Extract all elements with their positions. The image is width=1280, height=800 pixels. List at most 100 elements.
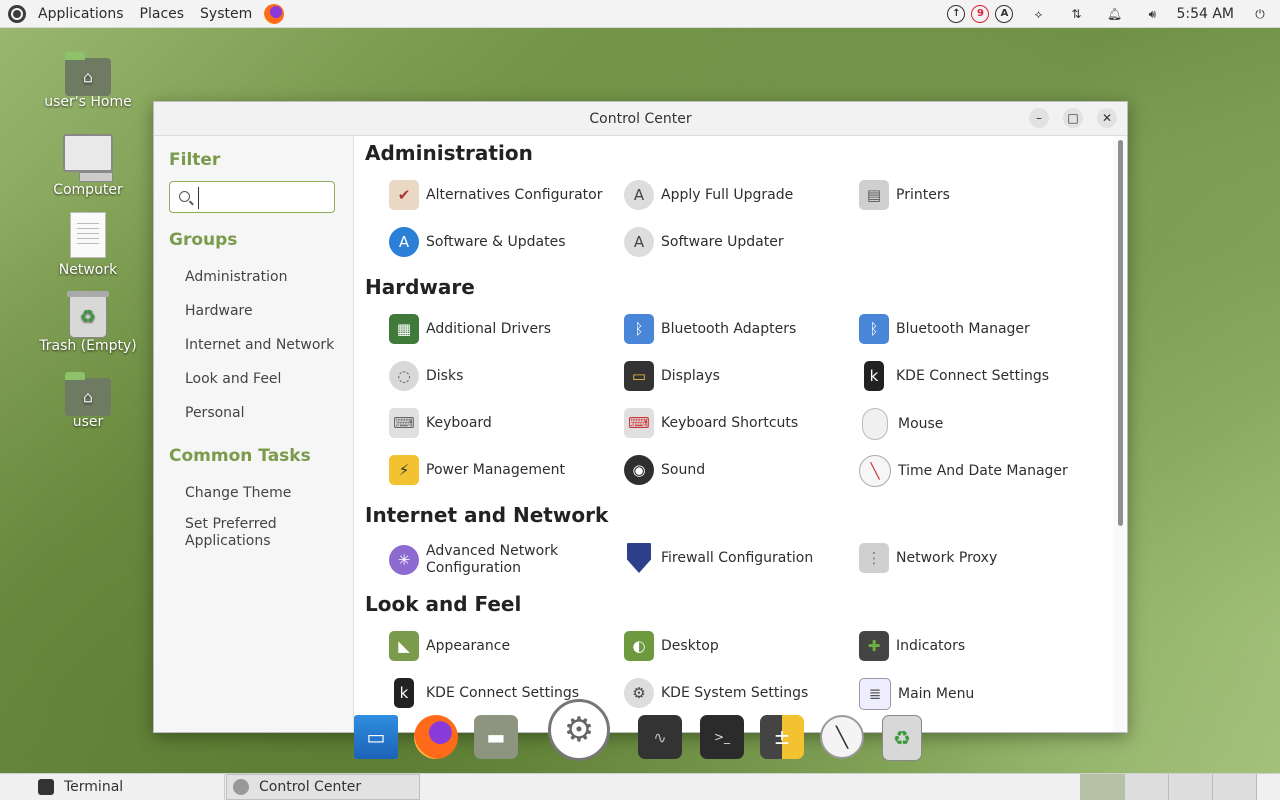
places-menu[interactable]: Places (132, 0, 193, 28)
files-window-icon[interactable]: ▭ (354, 715, 398, 759)
firewall-shield-icon (627, 543, 651, 573)
item-indicators[interactable]: ✚ Indicators (859, 631, 1089, 661)
task-change-theme[interactable]: Change Theme (185, 485, 291, 501)
item-power-management[interactable]: ⚡︎ Power Management (389, 455, 619, 485)
file-manager-icon[interactable]: ▬ (474, 715, 518, 759)
network-globe-icon: ✳ (389, 545, 419, 575)
item-additional-drivers[interactable]: ▦ Additional Drivers (389, 314, 619, 344)
home-folder-icon: ⌂ (65, 52, 111, 96)
workspace-2[interactable] (1124, 774, 1168, 800)
desktop-icon-network[interactable]: Network (38, 212, 138, 278)
item-network-proxy[interactable]: ⋮ Network Proxy (859, 543, 1089, 573)
item-keyboard[interactable]: ⌨ Keyboard (389, 408, 619, 438)
computer-icon (63, 134, 113, 182)
notification-bell-icon[interactable]: 🔔︎ (1104, 4, 1124, 24)
item-desktop[interactable]: ◐ Desktop (624, 631, 854, 661)
desktop-icon-computer[interactable]: Computer (38, 132, 138, 198)
group-link-administration[interactable]: Administration (185, 269, 287, 285)
task-terminal[interactable]: Terminal (28, 774, 225, 800)
workspace-4[interactable] (1212, 774, 1256, 800)
trash-applet-icon[interactable] (1256, 774, 1280, 800)
group-link-look-and-feel[interactable]: Look and Feel (185, 371, 281, 387)
item-software-updates[interactable]: A Software & Updates (389, 227, 619, 257)
network-document-icon (70, 212, 106, 258)
gear-icon (233, 779, 249, 795)
sidebar: Filter Groups Administration Hardware In… (154, 136, 354, 732)
item-kde-connect-settings[interactable]: k KDE Connect Settings (859, 361, 1089, 391)
desktop-icon-trash[interactable]: ♻ Trash (Empty) (38, 291, 138, 354)
applications-menu[interactable]: Applications (30, 0, 132, 28)
trash-dock-icon[interactable]: ♻ (882, 715, 922, 761)
desktop-icon-label: user's Home (44, 94, 132, 110)
item-keyboard-shortcuts[interactable]: ⌨ Keyboard Shortcuts (624, 408, 854, 438)
alternatives-icon: ✔ (389, 180, 419, 210)
kde-connect-icon: k (864, 361, 884, 391)
control-center-gear-icon[interactable]: ⚙ (548, 699, 610, 761)
minimize-button[interactable]: – (1029, 108, 1049, 128)
task-control-center[interactable]: Control Center (226, 774, 420, 800)
workspace-1[interactable] (1080, 774, 1124, 800)
maximize-button[interactable]: □ (1063, 108, 1083, 128)
software-sources-icon: A (389, 227, 419, 257)
group-link-hardware[interactable]: Hardware (185, 303, 253, 319)
content-scrollbar[interactable] (1113, 136, 1127, 732)
desktop-settings-icon: ◐ (624, 631, 654, 661)
appearance-icon: ◣ (389, 631, 419, 661)
item-sound[interactable]: ◉ Sound (624, 455, 854, 485)
item-time-and-date[interactable]: ╲ Time And Date Manager (859, 455, 1089, 487)
clock-app-icon[interactable]: ╲ (820, 715, 864, 759)
window-titlebar[interactable]: Control Center – □ ✕ (154, 102, 1127, 136)
item-firewall-configuration[interactable]: Firewall Configuration (624, 543, 854, 573)
update-info-icon[interactable]: ↑ (946, 4, 966, 24)
network-icon[interactable]: ⇅ (1066, 4, 1086, 24)
firefox-icon[interactable] (414, 715, 458, 759)
power-icon: ⚡︎ (389, 455, 419, 485)
scrollbar-thumb[interactable] (1118, 140, 1123, 526)
content-area: Administration ✔ Alternatives Configurat… (354, 136, 1113, 732)
item-printers[interactable]: ▤ Printers (859, 180, 1089, 210)
group-link-personal[interactable]: Personal (185, 405, 245, 421)
trash-icon: ♻ (67, 291, 109, 338)
workspace-3[interactable] (1168, 774, 1212, 800)
keyboard-shortcuts-icon: ⌨ (624, 408, 654, 438)
calculator-icon[interactable]: ± (760, 715, 804, 759)
section-heading: Look and Feel (365, 592, 522, 616)
bottom-panel: Terminal Control Center (0, 773, 1280, 800)
close-button[interactable]: ✕ (1097, 108, 1117, 128)
bluetooth-icon: ᛒ (624, 314, 654, 344)
keyboard-icon: ⌨ (389, 408, 419, 438)
item-bluetooth-adapters[interactable]: ᛒ Bluetooth Adapters (624, 314, 854, 344)
desktop-icon-home[interactable]: ⌂ user's Home (38, 52, 138, 110)
firefox-launcher-icon[interactable] (264, 3, 285, 24)
desktop-icon-user[interactable]: ⌂ user (38, 372, 138, 430)
item-displays[interactable]: ▭ Displays (624, 361, 854, 391)
power-icon[interactable]: ⏻ (1250, 4, 1270, 24)
software-updater-icon[interactable]: A (994, 4, 1014, 24)
volume-icon[interactable]: 🔊︎ (1142, 4, 1162, 24)
item-mouse[interactable]: Mouse (859, 408, 1089, 440)
item-advanced-network[interactable]: ✳ Advanced Network Configuration (389, 543, 619, 577)
system-menu[interactable]: System (192, 0, 260, 28)
item-software-updater[interactable]: A Software Updater (624, 227, 854, 257)
bluetooth-icon: ᛒ (859, 314, 889, 344)
filter-field[interactable] (169, 181, 335, 213)
search-icon (179, 191, 190, 202)
task-preferred-apps[interactable]: Set Preferred Applications (185, 516, 305, 550)
item-apply-full-upgrade[interactable]: A Apply Full Upgrade (624, 180, 854, 210)
display-icon: ▭ (624, 361, 654, 391)
filter-input[interactable] (198, 187, 333, 209)
kde-connect-icon[interactable]: ⟡ (1028, 4, 1048, 24)
item-bluetooth-manager[interactable]: ᛒ Bluetooth Manager (859, 314, 1089, 344)
item-appearance[interactable]: ◣ Appearance (389, 631, 619, 661)
system-monitor-icon[interactable]: ∿ (638, 715, 682, 759)
item-alternatives-configurator[interactable]: ✔ Alternatives Configurator (389, 180, 619, 210)
terminal-icon (38, 779, 54, 795)
ubuntu-mate-logo-icon[interactable] (8, 4, 26, 23)
group-link-internet[interactable]: Internet and Network (185, 337, 334, 353)
terminal-icon[interactable]: >_ (700, 715, 744, 759)
desktop-icon-label: Trash (Empty) (39, 338, 137, 354)
clock[interactable]: 5:54 AM (1176, 6, 1234, 22)
updates-badge[interactable]: 9 (970, 4, 990, 24)
item-disks[interactable]: ◌ Disks (389, 361, 619, 391)
clock-icon: ╲ (859, 455, 891, 487)
